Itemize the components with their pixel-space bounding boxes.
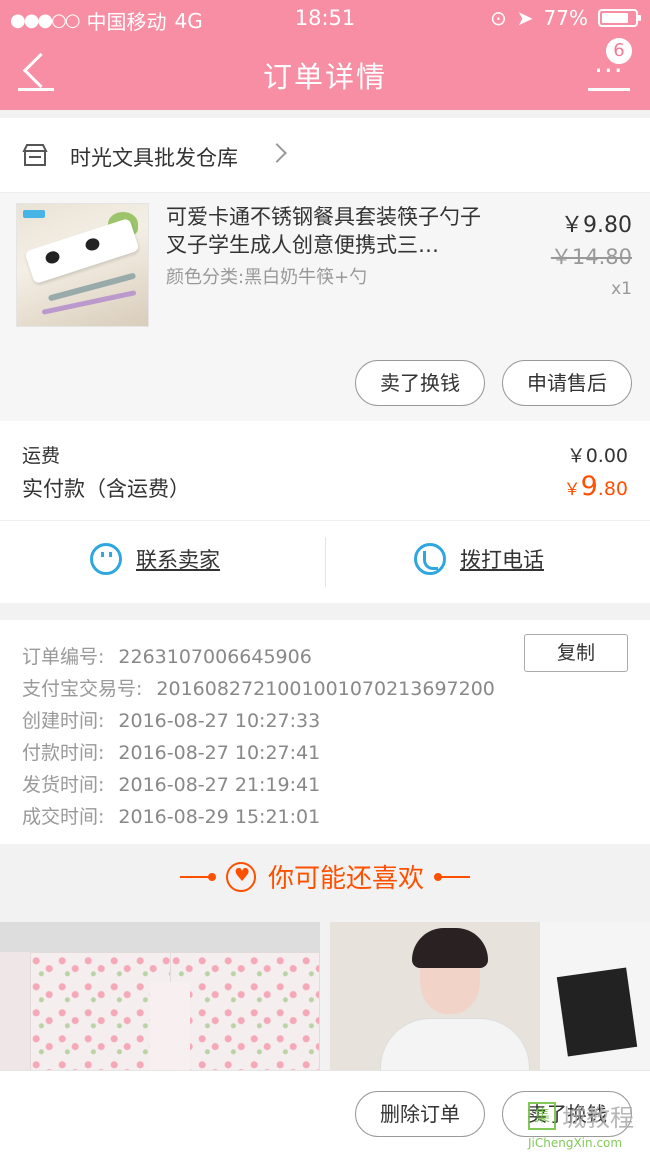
original-price: ￥14.80 — [550, 245, 632, 269]
status-bar: ●●●○○ 中国移动 4G 18:51 ⊙ ➤ 77% — [0, 0, 650, 38]
delete-order-button[interactable]: 删除订单 — [355, 1091, 485, 1137]
product-quantity: x1 — [611, 279, 632, 299]
paid-label: 实付款（含运费） — [22, 477, 190, 501]
product-thumbnail[interactable] — [16, 203, 149, 327]
sell-for-cash-button[interactable]: 卖了换钱 — [355, 360, 485, 406]
order-info: 复制 订单编号: 2263107006645906 支付宝交易号: 20160827… — [0, 620, 650, 844]
bottom-action-bar: 删除订单 卖了换钱 集 城教程 JiChengXin.com — [0, 1070, 650, 1156]
recommend-product-image[interactable] — [330, 922, 650, 1070]
recommend-product-image[interactable] — [0, 922, 320, 1070]
top-header: ●●●○○ 中国移动 4G 18:51 ⊙ ➤ 77% 订单详情 ··· 6 — [0, 0, 650, 110]
call-phone-label: 拨打电话 — [460, 548, 544, 572]
product-sku: 颜色分类:黑白奶牛筷+勺 — [166, 267, 368, 288]
fee-summary: 运费 ￥0.00 实付款（含运费） ￥9.80 — [0, 421, 650, 521]
created-time-row: 创建时间: 2016-08-27 10:27:33 — [22, 710, 321, 732]
call-phone-button[interactable]: 拨打电话 — [414, 543, 544, 575]
site-watermark: 集 城教程 JiChengXin.com — [528, 1098, 646, 1154]
notification-badge: 6 — [604, 36, 634, 66]
contact-seller-label: 联系卖家 — [136, 548, 220, 572]
after-sale-button[interactable]: 申请售后 — [502, 360, 632, 406]
shipped-time-row: 发货时间: 2016-08-27 21:19:41 — [22, 774, 321, 796]
paid-time-row: 付款时间: 2016-08-27 10:27:41 — [22, 742, 321, 764]
recommend-heading: 你可能还喜欢 — [0, 858, 650, 895]
order-item[interactable]: 可爱卡通不锈钢餐具套装筷子勺子叉子学生成人创意便携式三… 颜色分类:黑白奶牛筷+… — [0, 193, 650, 421]
chat-smile-icon — [90, 543, 122, 575]
divider — [325, 537, 326, 587]
page-title: 订单详情 — [262, 60, 387, 94]
rotation-lock-icon: ⊙ — [490, 6, 507, 30]
shipping-value: ￥0.00 — [566, 445, 628, 467]
copy-button[interactable]: 复制 — [524, 634, 628, 672]
shop-row[interactable]: 时光文具批发仓库 — [0, 118, 650, 193]
battery-icon — [598, 9, 641, 27]
shop-name: 时光文具批发仓库 — [70, 146, 238, 170]
battery-percent: 77% — [543, 6, 588, 30]
chevron-right-icon — [267, 143, 287, 163]
watermark-text: 城教程 — [562, 1104, 634, 1132]
contact-bar: 联系卖家 拨打电话 — [0, 521, 650, 603]
watermark-url: JiChengXin.com — [528, 1136, 623, 1150]
shipping-label: 运费 — [22, 445, 61, 467]
alipay-number-row: 支付宝交易号: 2016082721001001070213697200 — [22, 678, 495, 700]
completed-time-row: 成交时间: 2016-08-29 15:21:01 — [22, 806, 321, 828]
recommend-title: 你可能还喜欢 — [267, 864, 424, 894]
watermark-logo: 集 — [528, 1102, 556, 1130]
product-price: ￥9.80 — [561, 213, 632, 238]
phone-icon — [414, 543, 446, 575]
product-name[interactable]: 可爱卡通不锈钢餐具套装筷子勺子叉子学生成人创意便携式三… — [166, 203, 496, 259]
more-dots-icon[interactable]: ··· — [588, 57, 632, 94]
store-icon — [22, 144, 48, 166]
heart-icon — [225, 861, 256, 892]
paid-amount: ￥9.80 — [563, 471, 628, 502]
contact-seller-button[interactable]: 联系卖家 — [90, 543, 220, 575]
order-number-row: 订单编号: 2263107006645906 — [22, 646, 312, 668]
location-icon: ➤ — [516, 6, 534, 30]
